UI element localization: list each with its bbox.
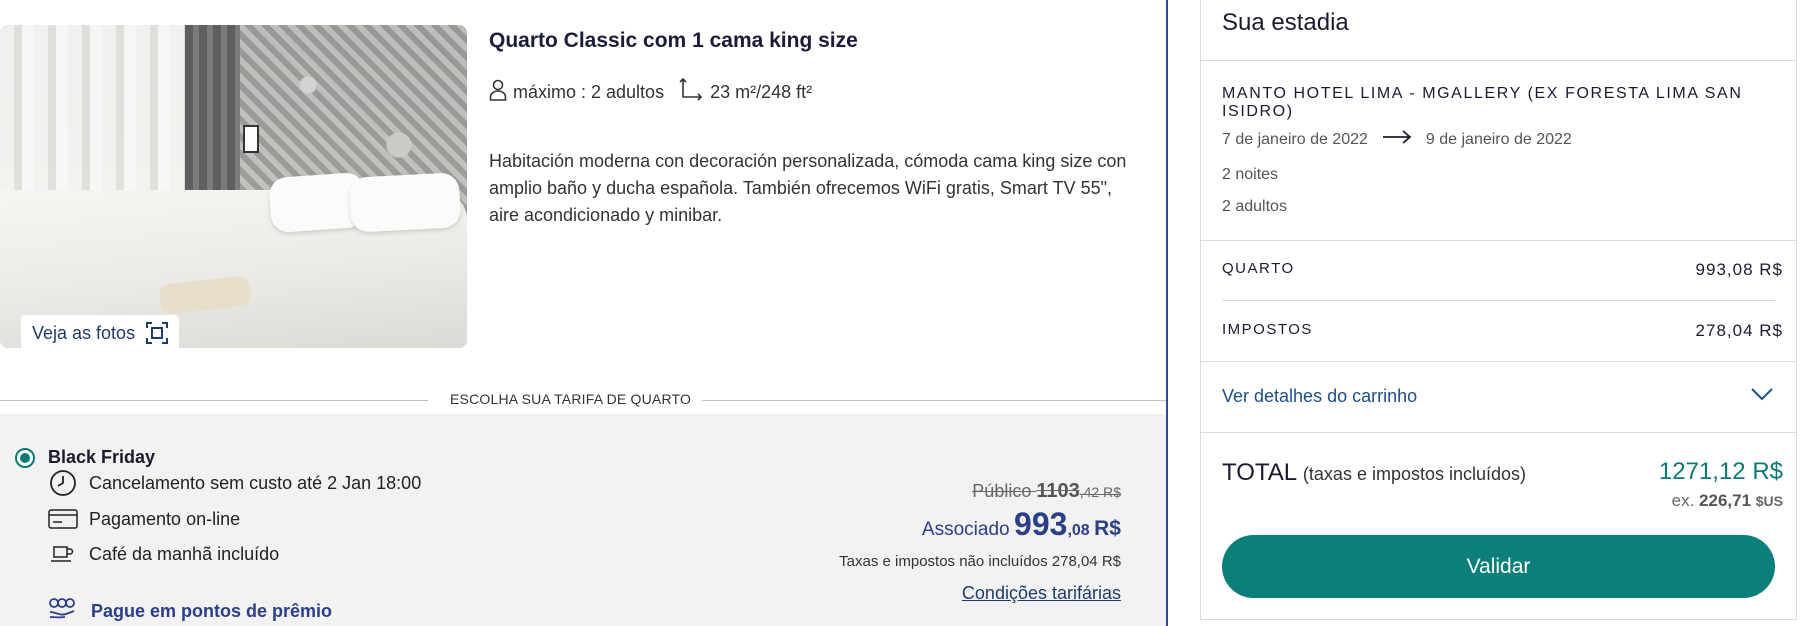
public-price: Público 1103,42 R$ — [972, 480, 1121, 503]
gallery-icon — [145, 321, 169, 345]
rate-radio[interactable] — [15, 448, 35, 468]
reward-points-icon — [48, 598, 80, 625]
rate-feature: Café da manhã incluído — [48, 543, 279, 565]
rate-conditions-link[interactable]: Condições tarifárias — [962, 583, 1121, 604]
total-label: TOTAL (taxas e impostos incluídos) — [1222, 459, 1526, 487]
taxes-label: IMPOSTOS — [1222, 321, 1313, 338]
feature-label: Pagamento on-line — [89, 508, 241, 529]
divider — [1222, 300, 1775, 301]
room-title: Quarto Classic com 1 cama king size — [489, 29, 858, 52]
rate-feature: Pagamento on-line — [48, 508, 240, 530]
member-price: Associado 993,08 R$ — [922, 506, 1121, 543]
hotel-name: MANTO HOTEL LIMA - MGALLERY (EX FORESTA … — [1222, 85, 1743, 120]
clock-icon — [48, 470, 78, 496]
divider — [1201, 361, 1796, 362]
member-price-dec: ,08 — [1067, 522, 1090, 539]
feature-label: Cancelamento sem custo até 2 Jan 18:00 — [89, 472, 422, 493]
coffee-cup-icon — [48, 543, 78, 565]
pay-with-points-label: Pague em pontos de prêmio — [91, 601, 333, 621]
total-usd-currency: $US — [1755, 493, 1783, 509]
total-title: TOTAL — [1222, 459, 1297, 486]
divider — [702, 400, 1166, 401]
stay-title: Sua estadia — [1222, 9, 1349, 36]
pay-with-points-link[interactable]: Pague em pontos de prêmio — [48, 598, 332, 625]
member-price-label: Associado — [921, 519, 1010, 540]
chevron-down-icon[interactable] — [1751, 387, 1773, 406]
total-usd: ex. 226,71 $US — [1672, 491, 1783, 511]
tariff-heading: ESCOLHA SUA TARIFA DE QUARTO — [450, 391, 692, 407]
room-photo[interactable]: Veja as fotos — [0, 25, 467, 348]
view-photos-label: Veja as fotos — [32, 322, 136, 343]
photo-pillow — [348, 172, 462, 233]
credit-card-icon — [48, 508, 78, 530]
public-price-dec: ,42 R$ — [1079, 484, 1121, 500]
divider — [0, 400, 428, 401]
room-cost-label: QUARTO — [1222, 260, 1295, 277]
room-cost-value: 993,08 R$ — [1695, 260, 1783, 279]
validate-button[interactable]: Validar — [1222, 535, 1775, 598]
stay-summary-panel: Sua estadia MANTO HOTEL LIMA - MGALLERY … — [1200, 0, 1797, 620]
room-description: Habitación moderna con decoración person… — [489, 151, 1127, 225]
total-note: (taxas e impostos incluídos) — [1302, 464, 1527, 484]
taxes-value: 278,04 R$ — [1695, 321, 1783, 340]
divider — [1201, 432, 1796, 433]
room-offer-section: Veja as fotos Quarto Classic com 1 cama … — [0, 0, 1166, 626]
divider — [1201, 240, 1796, 241]
stay-dates: 7 de janeiro de 2022 9 de janeiro de 202… — [1222, 129, 1572, 150]
arrow-right-icon — [1382, 129, 1412, 150]
tax-note: Taxas e impostos não incluídos 278,04 R$ — [839, 553, 1121, 570]
room-capacity: máximo : 2 adultos — [513, 82, 665, 102]
rate-feature: Cancelamento sem custo até 2 Jan 18:00 — [48, 470, 422, 496]
member-price-currency: R$ — [1094, 517, 1121, 540]
total-value: 1271,12 R$ — [1658, 458, 1783, 485]
column-separator — [1166, 0, 1168, 626]
room-meta: máximo : 2 adultos 23 m²/248 ft² — [489, 77, 813, 107]
member-price-int: 993 — [1014, 506, 1068, 542]
check-out-date: 9 de janeiro de 2022 — [1425, 130, 1572, 148]
room-size: 23 m²/248 ft² — [710, 82, 813, 102]
room-size-icon — [678, 77, 704, 107]
divider — [1201, 60, 1796, 61]
public-price-int: 1103 — [1036, 480, 1080, 502]
total-usd-value: 226,71 — [1699, 491, 1752, 510]
person-icon — [489, 79, 507, 106]
check-in-date: 7 de janeiro de 2022 — [1222, 130, 1368, 148]
nights-count: 2 noites — [1222, 166, 1279, 183]
view-photos-button[interactable]: Veja as fotos — [21, 315, 180, 348]
rate-name: Black Friday — [48, 447, 156, 467]
feature-label: Café da manhã incluído — [89, 543, 280, 564]
total-usd-prefix: ex. — [1671, 491, 1695, 510]
guests-count: 2 adultos — [1222, 198, 1287, 215]
public-price-label: Público — [972, 481, 1032, 501]
photo-lamp — [243, 125, 259, 153]
cart-details-link[interactable]: Ver detalhes do carrinho — [1222, 386, 1417, 407]
